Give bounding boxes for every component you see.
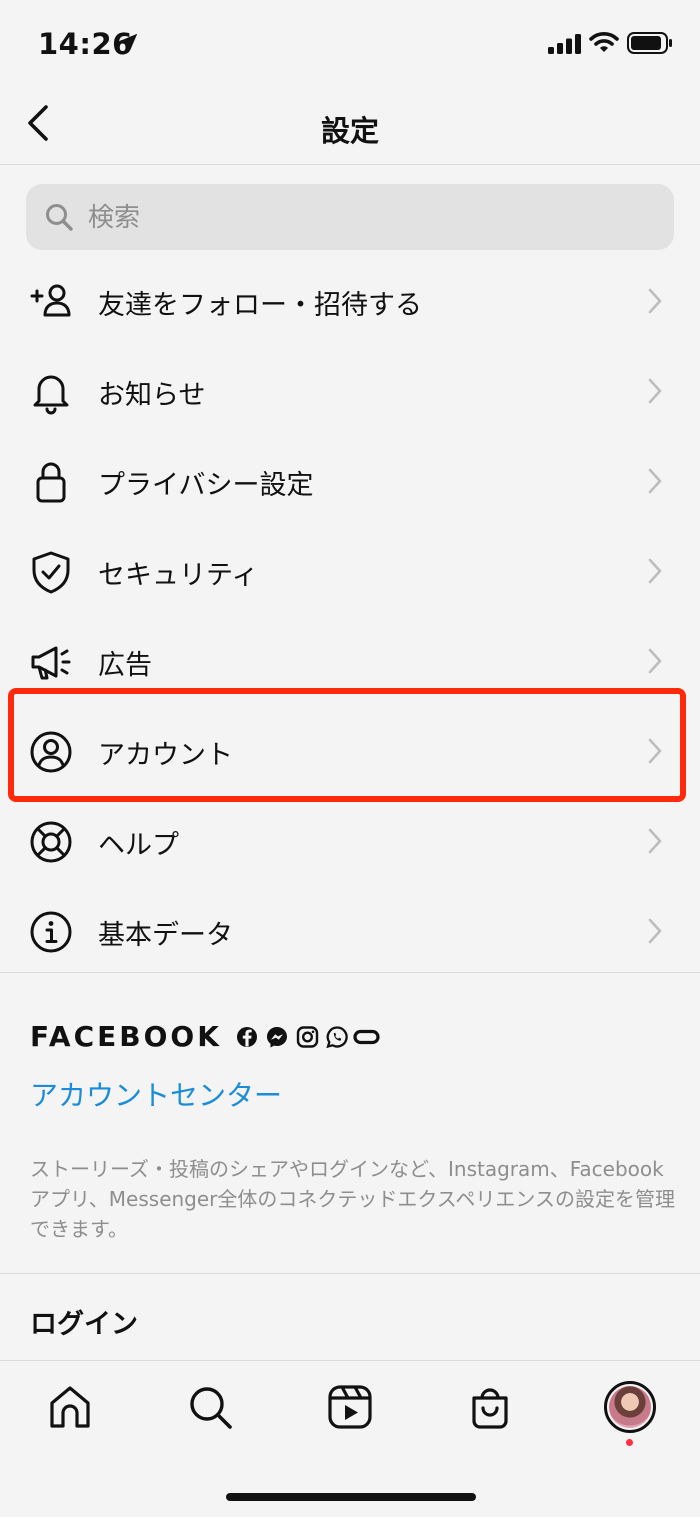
info-icon: [30, 911, 72, 953]
menu-item-about[interactable]: 基本データ: [0, 886, 700, 976]
search-icon: [46, 204, 73, 231]
facebook-icon: [237, 1027, 257, 1047]
search-icon[interactable]: [186, 1383, 234, 1431]
menu-item-label: 友達をフォロー・招待する: [98, 290, 422, 321]
shield-check-icon: [32, 551, 70, 594]
profile-avatar-image: [609, 1386, 651, 1428]
user-circle-icon: [30, 731, 72, 773]
chevron-right-icon: [648, 828, 662, 854]
location-arrow-icon: [120, 33, 138, 51]
menu-item-ads[interactable]: 広告: [0, 616, 700, 706]
megaphone-icon: [31, 646, 71, 680]
chevron-right-icon: [648, 558, 662, 584]
search-input[interactable]: [86, 184, 660, 252]
menu-item-help[interactable]: ヘルプ: [0, 796, 700, 886]
chevron-right-icon: [648, 288, 662, 314]
menu-item-label: 基本データ: [98, 920, 233, 951]
chevron-right-icon: [648, 378, 662, 404]
menu-item-label: セキュリティ: [98, 560, 259, 591]
home-indicator: [226, 1493, 476, 1501]
wifi-icon: [589, 32, 619, 52]
home-icon[interactable]: [46, 1383, 94, 1431]
lock-icon: [36, 462, 66, 503]
navigation-bar: 設定: [0, 90, 700, 165]
oculus-icon: [353, 1029, 380, 1045]
whatsapp-icon: [326, 1026, 348, 1049]
settings-menu: 友達をフォロー・招待する お知らせ プライバシー設定 セキュリティ 広告 アカウ…: [0, 256, 700, 976]
menu-item-label: プライバシー設定: [98, 470, 314, 501]
chevron-right-icon: [648, 648, 662, 674]
menu-item-follow-invite[interactable]: 友達をフォロー・招待する: [0, 256, 700, 346]
chevron-right-icon: [648, 738, 662, 764]
messenger-icon: [267, 1027, 287, 1048]
menu-item-label: お知らせ: [98, 380, 206, 411]
reels-icon[interactable]: [326, 1383, 374, 1431]
menu-item-security[interactable]: セキュリティ: [0, 526, 700, 616]
instagram-icon: [296, 1026, 319, 1048]
menu-item-label: 広告: [98, 650, 152, 681]
menu-item-label: アカウント: [98, 740, 233, 771]
section-divider: [0, 1273, 700, 1274]
section-divider: [0, 972, 700, 973]
page-title: 設定: [320, 114, 379, 148]
menu-item-account[interactable]: アカウント: [0, 706, 700, 796]
cellular-signal-icon: [548, 34, 581, 54]
add-person-icon: [30, 284, 71, 317]
bell-icon: [33, 375, 69, 415]
login-section-header: ログイン: [30, 1309, 138, 1340]
account-center-description: ストーリーズ・投稿のシェアやログインなど、Instagram、Facebookア…: [30, 1157, 676, 1241]
bottom-tab-bar: [0, 1360, 700, 1517]
battery-icon: [627, 32, 672, 54]
notification-dot: [626, 1439, 633, 1446]
menu-item-privacy[interactable]: プライバシー設定: [0, 436, 700, 526]
chevron-right-icon: [648, 468, 662, 494]
facebook-brand: FACEBOOK: [30, 1020, 222, 1053]
profile-avatar[interactable]: [604, 1381, 656, 1433]
account-center-link[interactable]: アカウントセンター: [30, 1074, 282, 1114]
status-bar: 14:26: [0, 0, 700, 90]
menu-item-notifications[interactable]: お知らせ: [0, 346, 700, 436]
chevron-right-icon: [648, 918, 662, 944]
shop-icon[interactable]: [466, 1383, 514, 1431]
lifebuoy-icon: [30, 821, 72, 863]
search-bar[interactable]: [26, 184, 674, 252]
menu-item-label: ヘルプ: [98, 830, 179, 861]
facebook-apps-icons: [237, 1026, 380, 1049]
